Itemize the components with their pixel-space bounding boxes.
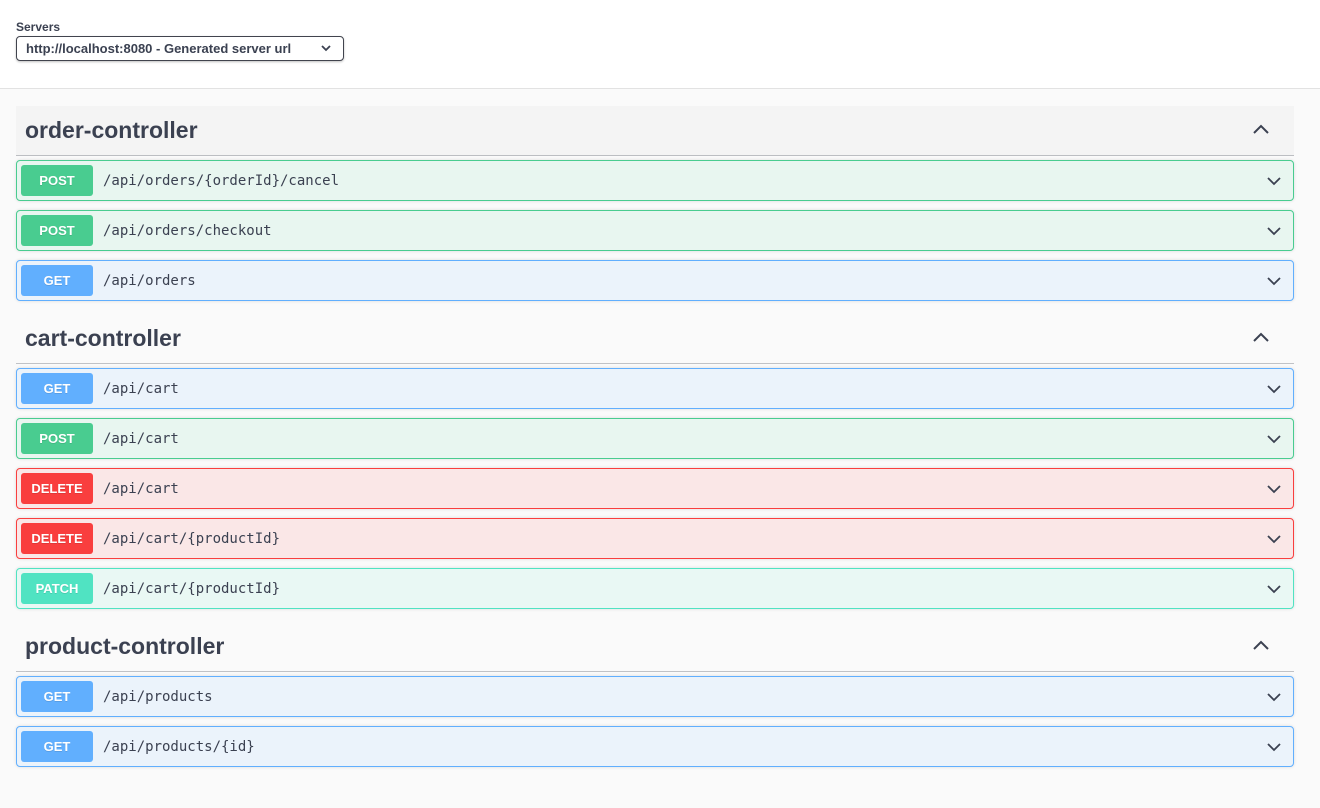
method-badge: POST — [21, 165, 93, 196]
operation-path: /api/cart — [103, 380, 179, 397]
chevron-down-icon[interactable] — [1266, 581, 1282, 597]
chevron-down-icon[interactable] — [1266, 739, 1282, 755]
chevron-up-icon[interactable] — [1252, 123, 1270, 135]
operation-row[interactable]: DELETE /api/cart/{productId} — [16, 518, 1294, 559]
operation-row[interactable]: GET /api/products — [16, 676, 1294, 717]
operations-list: order-controller POST /api/orders/{order… — [16, 106, 1294, 776]
chevron-up-icon[interactable] — [1252, 331, 1270, 343]
method-badge: POST — [21, 423, 93, 454]
tag-header-order-controller[interactable]: order-controller — [16, 106, 1294, 156]
chevron-up-icon[interactable] — [1252, 639, 1270, 651]
chevron-down-icon[interactable] — [1266, 173, 1282, 189]
chevron-down-icon[interactable] — [1266, 689, 1282, 705]
operation-row[interactable]: PATCH /api/cart/{productId} — [16, 568, 1294, 609]
operation-path: /api/cart — [103, 430, 179, 447]
chevron-down-icon[interactable] — [1266, 531, 1282, 547]
operation-row[interactable]: POST /api/orders/{orderId}/cancel — [16, 160, 1294, 201]
operation-path: /api/orders — [103, 272, 196, 289]
operation-path: /api/orders/checkout — [103, 222, 272, 239]
tag-header-cart-controller[interactable]: cart-controller — [16, 314, 1294, 364]
method-badge: GET — [21, 731, 93, 762]
chevron-down-icon[interactable] — [1266, 223, 1282, 239]
operation-row[interactable]: POST /api/orders/checkout — [16, 210, 1294, 251]
operation-path: /api/orders/{orderId}/cancel — [103, 172, 340, 189]
chevron-down-icon[interactable] — [1266, 381, 1282, 397]
tag-title: cart-controller — [25, 325, 181, 351]
servers-label: Servers — [16, 20, 61, 34]
method-badge: GET — [21, 681, 93, 712]
method-badge: POST — [21, 215, 93, 246]
operation-row[interactable]: POST /api/cart — [16, 418, 1294, 459]
chevron-down-icon[interactable] — [1266, 273, 1282, 289]
method-badge: DELETE — [21, 523, 93, 554]
operation-path: /api/products — [103, 688, 213, 705]
chevron-down-icon[interactable] — [1266, 481, 1282, 497]
tag-section-order-controller: order-controller POST /api/orders/{order… — [16, 106, 1294, 301]
method-badge: PATCH — [21, 573, 93, 604]
tag-title: order-controller — [25, 117, 198, 143]
tag-title: product-controller — [25, 633, 225, 659]
method-badge: DELETE — [21, 473, 93, 504]
operation-row[interactable]: GET /api/cart — [16, 368, 1294, 409]
tag-section-cart-controller: cart-controller GET /api/cart POST /api/… — [16, 314, 1294, 609]
operation-path: /api/cart — [103, 480, 179, 497]
servers-bar: Servers http://localhost:8080 - Generate… — [0, 0, 1320, 89]
operation-path: /api/cart/{productId} — [103, 530, 281, 547]
operation-row[interactable]: DELETE /api/cart — [16, 468, 1294, 509]
operation-row[interactable]: GET /api/orders — [16, 260, 1294, 301]
method-badge: GET — [21, 265, 93, 296]
operation-path: /api/cart/{productId} — [103, 580, 281, 597]
operation-row[interactable]: GET /api/products/{id} — [16, 726, 1294, 767]
method-badge: GET — [21, 373, 93, 404]
tag-section-product-controller: product-controller GET /api/products GET… — [16, 622, 1294, 767]
operation-path: /api/products/{id} — [103, 738, 255, 755]
server-select-value: http://localhost:8080 - Generated server… — [26, 41, 292, 56]
tag-header-product-controller[interactable]: product-controller — [16, 622, 1294, 672]
chevron-down-icon — [321, 45, 331, 52]
chevron-down-icon[interactable] — [1266, 431, 1282, 447]
server-select[interactable]: http://localhost:8080 - Generated server… — [16, 36, 344, 61]
